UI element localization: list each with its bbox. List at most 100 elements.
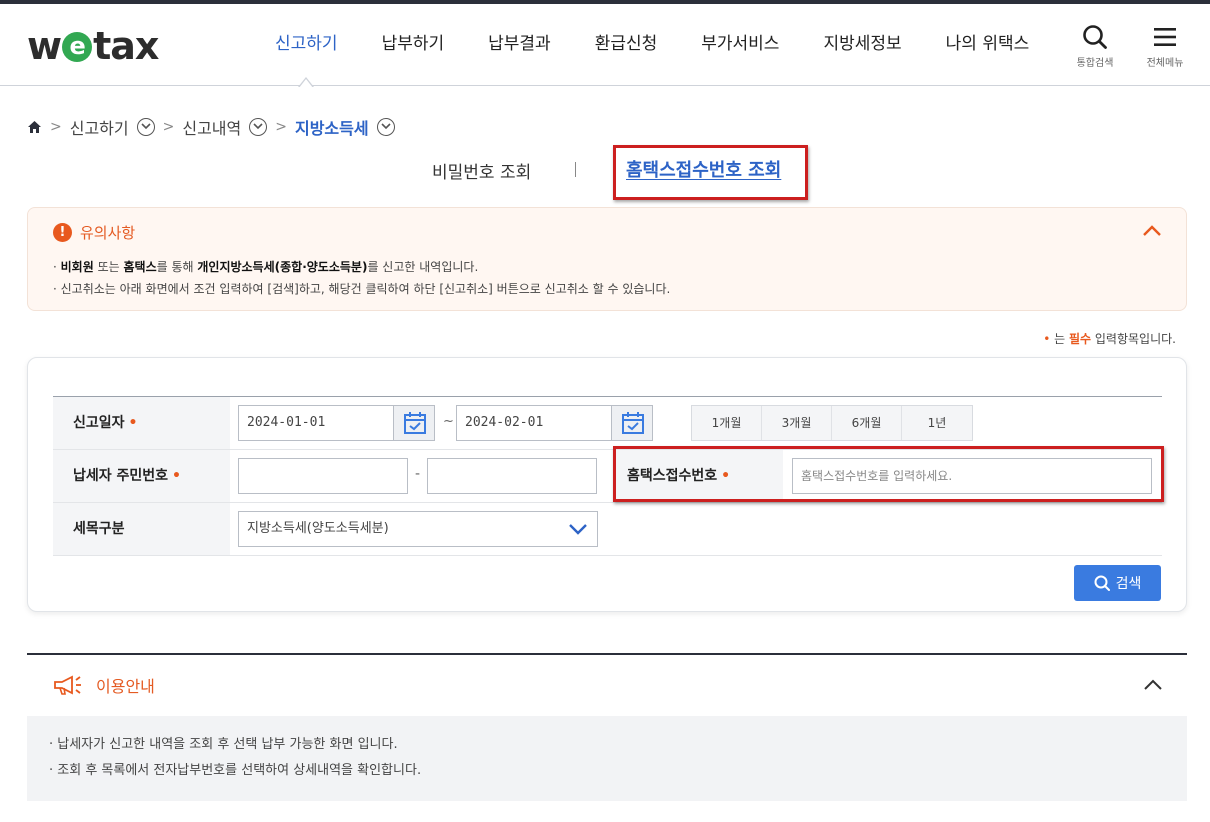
exclamation-icon: ! [53, 223, 72, 242]
search-button-label: 검색 [1115, 576, 1142, 592]
nav-refund-label: 환급신청 [594, 34, 658, 54]
date-from-calendar-button[interactable] [393, 405, 435, 441]
nav-my-wetax-label: 나의 위택스 [945, 34, 1030, 54]
search-button[interactable]: 검색 [1074, 565, 1161, 601]
nav-my-wetax[interactable]: 나의 위택스 [924, 4, 1052, 86]
hamburger-menu-icon [1154, 28, 1176, 46]
period-1-month-button[interactable]: 1개월 [692, 406, 762, 440]
form-row-date: 신고일자 • 2024-01-01 ~ 2024-02-01 1개월 3개월 6개… [53, 397, 1162, 450]
highlight-box-receipt-field [613, 446, 1164, 502]
period-buttons: 1개월 3개월 6개월 1년 [691, 405, 973, 441]
usage-guide-line: · 조회 후 목록에서 전자납부번호를 선택하여 상세내역을 확인합니다. [49, 763, 422, 778]
nav-additional-services-label: 부가서비스 [701, 34, 780, 54]
period-6-months-button[interactable]: 6개월 [832, 406, 902, 440]
notice-nonmember: 비회원 [60, 260, 94, 274]
breadcrumb-separator: > [50, 119, 62, 135]
usage-guide-lines: · 납세자가 신고한 내역을 조회 후 선택 납부 가능한 화면 입니다. · … [49, 732, 421, 784]
chevron-down-icon[interactable] [249, 118, 268, 136]
all-menu-button[interactable]: 전체메뉴 [1135, 24, 1195, 69]
date-label: 신고일자 • [53, 397, 230, 449]
sub-tabs: 비밀번호 조회 홈택스접수번호 조회 [0, 150, 1210, 190]
nav-payment[interactable]: 납부하기 [360, 4, 467, 86]
logo-text-tax: tax [93, 24, 159, 68]
logo-text-w: w [27, 24, 62, 68]
date-range-tilde: ~ [443, 414, 454, 429]
required-dot: • [172, 468, 181, 484]
nav-additional-services[interactable]: 부가서비스 [679, 4, 801, 86]
integrated-search-label: 통합검색 [1076, 58, 1114, 69]
required-dot: • [128, 415, 138, 431]
active-pointer [298, 77, 315, 88]
chevron-up-icon[interactable] [1143, 679, 1163, 691]
usage-guide-line: · 납세자가 신고한 내역을 조회 후 선택 납부 가능한 화면 입니다. [49, 737, 398, 752]
highlight-box-tab [613, 145, 808, 200]
notice-title: ! 유의사항 [53, 222, 135, 243]
main-navigation: 신고하기 납부하기 납부결과 환급신청 부가서비스 지방세정보 나의 위택스 [253, 4, 1052, 88]
nav-report-label: 신고하기 [275, 34, 338, 54]
tab-password-lookup[interactable]: 비밀번호 조회 [432, 158, 531, 183]
required-note-post: 입력항목입니다. [1091, 332, 1176, 346]
chevron-up-icon[interactable] [1142, 224, 1162, 238]
period-1-year-button[interactable]: 1년 [902, 406, 972, 440]
date-to-calendar-button[interactable] [611, 405, 653, 441]
breadcrumb-separator: > [162, 119, 175, 135]
notice-text: 를 신고한 내역입니다. [367, 260, 479, 274]
notice-text: 를 통해 [156, 260, 198, 274]
all-menu-label: 전체메뉴 [1146, 58, 1184, 69]
nav-local-tax-info[interactable]: 지방세정보 [801, 4, 923, 86]
date-to-input[interactable]: 2024-02-01 [456, 405, 612, 441]
required-note-word: 필수 [1068, 332, 1092, 346]
rrn-dash: - [415, 466, 421, 482]
integrated-search-button[interactable]: 통합검색 [1065, 24, 1125, 69]
chevron-down-icon[interactable] [136, 118, 155, 136]
logo-e-circle: e [62, 32, 93, 62]
breadcrumb-report-history[interactable]: 신고내역 [182, 115, 241, 139]
date-label-text: 신고일자 [73, 415, 125, 431]
tax-type-selected-value: 지방소득세(양도소득세분) [247, 521, 389, 536]
tax-type-label: 세목구분 [53, 503, 230, 555]
chevron-down-icon[interactable] [376, 118, 395, 136]
tax-type-select[interactable]: 지방소득세(양도소득세분) [238, 511, 598, 547]
breadcrumb-report[interactable]: 신고하기 [70, 115, 129, 139]
period-3-months-button[interactable]: 3개월 [762, 406, 832, 440]
wetax-logo[interactable]: w e tax [27, 24, 159, 68]
notice-panel: ! 유의사항 · 비회원 또는 홈택스를 통해 개인지방소득세(종합·양도소득분… [27, 207, 1187, 311]
breadcrumb-local-income-tax[interactable]: 지방소득세 [295, 115, 369, 139]
tax-type-label-text: 세목구분 [73, 521, 125, 537]
usage-guide-title: 이용안내 [52, 673, 155, 697]
nav-local-tax-info-label: 지방세정보 [823, 34, 902, 54]
date-from-input[interactable]: 2024-01-01 [238, 405, 394, 441]
home-icon[interactable] [27, 120, 42, 134]
calendar-icon [622, 412, 644, 434]
tab-divider [575, 162, 576, 177]
nav-payment-result[interactable]: 납부결과 [466, 4, 573, 86]
notice-text: 또는 [93, 260, 124, 274]
rrn-back-input[interactable] [427, 458, 597, 494]
notice-bullet: · [53, 260, 61, 274]
notice-lines: · 비회원 또는 홈택스를 통해 개인지방소득세(종합·양도소득분)를 신고한 … [53, 256, 670, 300]
search-icon [1083, 25, 1107, 49]
nav-payment-label: 납부하기 [381, 34, 445, 54]
breadcrumb-separator: > [275, 119, 287, 135]
required-fields-note: • 는 필수 입력항목입니다. [1043, 330, 1176, 347]
nav-report[interactable]: 신고하기 [253, 4, 360, 88]
rrn-front-input[interactable] [238, 458, 408, 494]
rrn-label-text: 납세자 주민번호 [73, 468, 169, 484]
required-note-pre: 는 [1050, 332, 1069, 346]
breadcrumb: > 신고하기 > 신고내역 > 지방소득세 [27, 116, 395, 138]
rrn-label: 납세자 주민번호 • [53, 450, 230, 502]
notice-hometax: 홈택스 [123, 260, 157, 274]
calendar-icon [404, 412, 426, 434]
chevron-down-icon [569, 524, 587, 535]
usage-guide-body: · 납세자가 신고한 내역을 조회 후 선택 납부 가능한 화면 입니다. · … [27, 716, 1187, 801]
header: w e tax 신고하기 납부하기 납부결과 환급신청 부가서비스 지방세정보 나의… [0, 4, 1210, 88]
form-row-tax-type: 세목구분 지방소득세(양도소득세분) [53, 503, 1162, 556]
notice-tax-type: 개인지방소득세(종합·양도소득분) [197, 260, 368, 274]
usage-guide-title-text: 이용안내 [96, 677, 155, 696]
notice-line-2: · 신고취소는 아래 화면에서 조건 입력하여 [검색]하고, 해당건 클릭하여… [53, 282, 671, 296]
search-icon [1094, 575, 1110, 591]
nav-refund[interactable]: 환급신청 [573, 4, 680, 86]
notice-line-1: · 비회원 또는 홈택스를 통해 개인지방소득세(종합·양도소득분)를 신고한 … [53, 256, 670, 278]
usage-guide-panel: 이용안내 · 납세자가 신고한 내역을 조회 후 선택 납부 가능한 화면 입니… [27, 653, 1187, 801]
megaphone-icon [54, 675, 81, 695]
